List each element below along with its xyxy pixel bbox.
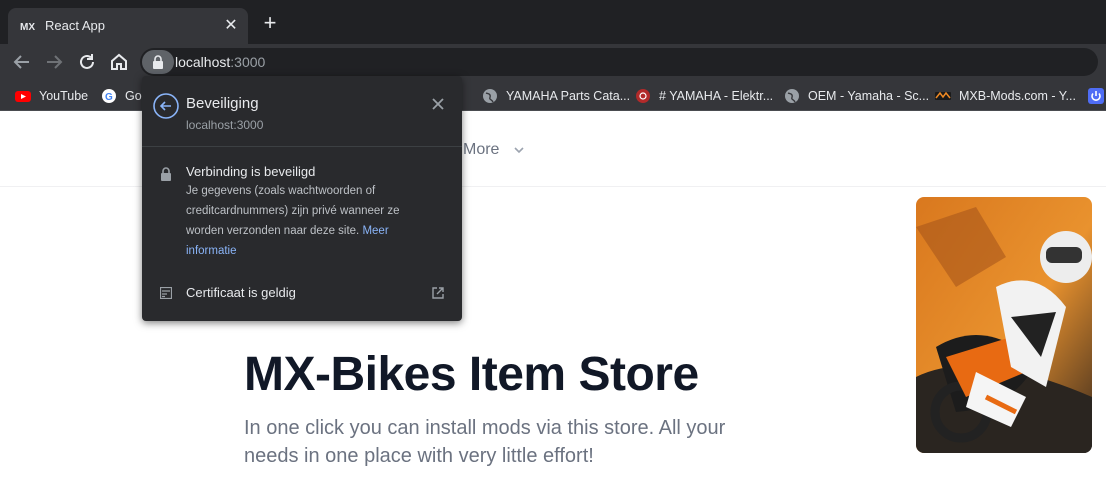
bookmark-youtube[interactable]: YouTube — [15, 85, 88, 107]
close-tab-icon[interactable]: ✕ — [222, 17, 240, 35]
popup-title: Beveiliging — [186, 95, 259, 112]
toolbar: localhost:3000 — [0, 44, 1106, 80]
tab-title: React App — [45, 18, 105, 33]
bookmark-google[interactable]: G Go — [101, 85, 142, 107]
motocross-rider-image — [916, 197, 1092, 453]
reload-icon — [80, 54, 94, 69]
connection-description: Je gegevens (zoals wachtwoorden of credi… — [186, 185, 400, 257]
bookmark-yamaha-parts[interactable]: YAMAHA Parts Cata... — [482, 85, 630, 107]
new-tab-button[interactable]: + — [260, 12, 280, 34]
url-text: localhost:3000 — [175, 54, 266, 70]
lock-icon — [161, 167, 171, 181]
youtube-icon — [15, 91, 31, 102]
popup-divider — [142, 146, 462, 147]
google-icon: G — [102, 89, 116, 103]
certificate-status[interactable]: Certificaat is geldig — [186, 285, 296, 300]
hero-title: MX-Bikes Item Store — [244, 348, 699, 401]
globe-icon — [785, 89, 799, 103]
power-icon — [1088, 88, 1104, 104]
site-info-button[interactable] — [142, 50, 174, 74]
forward-button[interactable] — [42, 50, 66, 74]
back-button[interactable] — [10, 50, 34, 74]
arrow-right-icon — [47, 55, 63, 69]
lock-icon — [153, 55, 163, 69]
mxb-icon — [935, 91, 951, 100]
external-link-icon[interactable] — [431, 286, 445, 300]
nav-more-menu[interactable]: More — [463, 141, 499, 159]
home-icon — [111, 53, 127, 70]
arrow-left-icon — [13, 55, 29, 69]
bookmark-yamaha-elektr[interactable]: # YAMAHA - Elektr... — [635, 85, 773, 107]
close-icon[interactable] — [430, 96, 446, 112]
connection-status: Verbinding is beveiligd — [186, 164, 316, 179]
yamaha-icon — [636, 89, 650, 103]
certificate-icon — [160, 287, 172, 299]
globe-icon — [483, 89, 497, 103]
browser-tab[interactable]: MX React App ✕ — [8, 8, 248, 44]
home-button[interactable] — [107, 50, 131, 74]
mx-logo-icon: MX — [20, 22, 35, 33]
hero-image — [916, 197, 1092, 453]
popup-subtitle: localhost:3000 — [186, 118, 264, 132]
bookmark-mxb-mods[interactable]: MXB-Mods.com - Y... — [935, 85, 1076, 107]
svg-text:G: G — [105, 92, 113, 103]
hero-description: In one click you can install mods via th… — [244, 417, 726, 467]
chevron-down-icon[interactable] — [513, 144, 525, 156]
back-arrow-icon[interactable] — [152, 92, 180, 120]
bookmark-extension[interactable] — [1088, 85, 1104, 107]
address-bar[interactable]: localhost:3000 — [140, 48, 1098, 76]
svg-text:MX: MX — [20, 22, 35, 33]
reload-button[interactable] — [75, 50, 99, 74]
tab-strip: MX React App ✕ + — [0, 0, 1106, 44]
site-security-popup: Beveiliging localhost:3000 Verbinding is… — [142, 76, 462, 321]
bookmark-oem-yamaha[interactable]: OEM - Yamaha - Sc... — [784, 85, 929, 107]
